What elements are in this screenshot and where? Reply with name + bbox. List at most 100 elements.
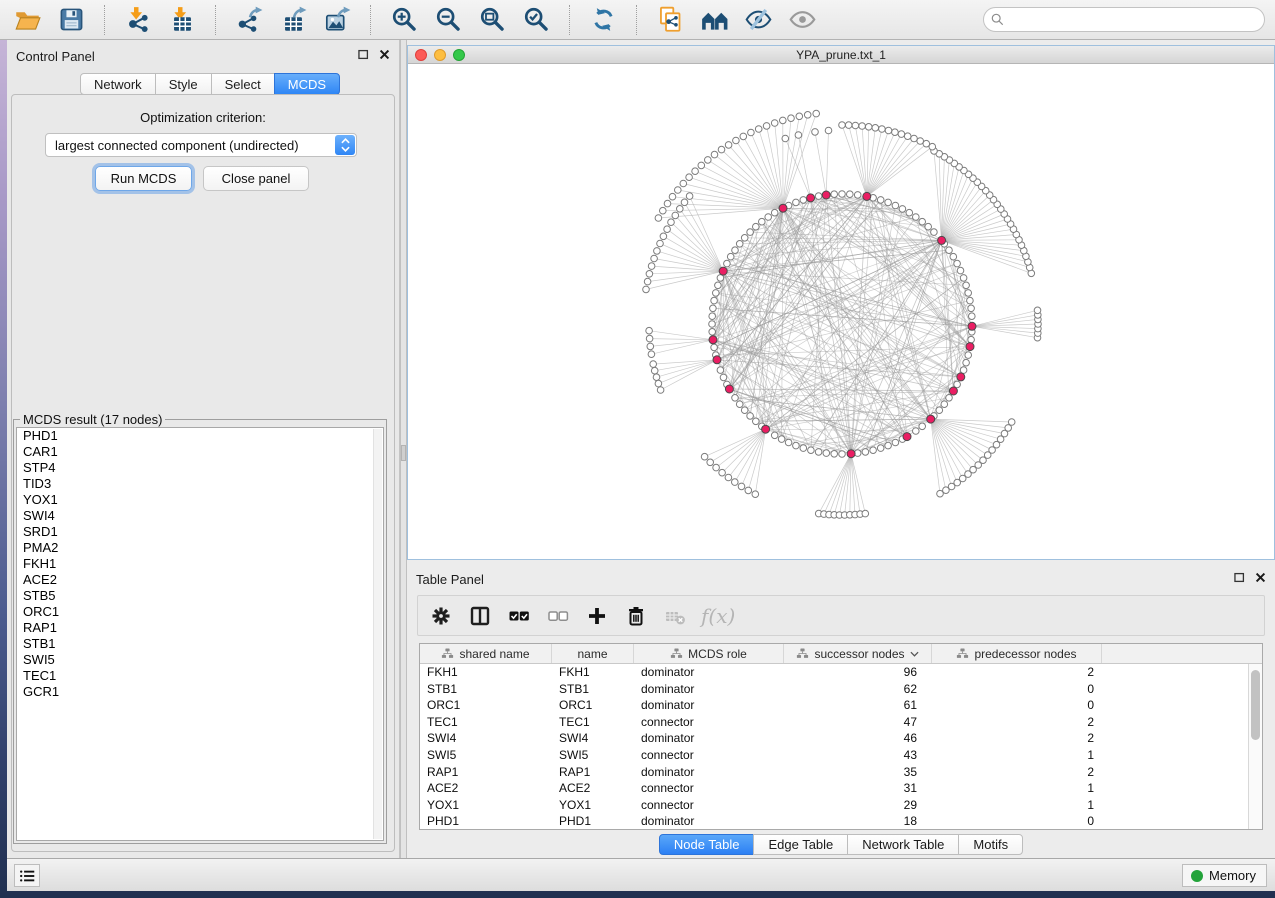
float-panel-icon[interactable] bbox=[1233, 571, 1246, 584]
tab-network[interactable]: Network bbox=[80, 73, 156, 95]
graph-node[interactable] bbox=[651, 255, 658, 262]
graph-node[interactable] bbox=[740, 133, 747, 140]
graph-node[interactable] bbox=[771, 432, 778, 439]
graph-node[interactable] bbox=[960, 367, 967, 374]
graph-node[interactable] bbox=[885, 199, 892, 206]
graph-node[interactable] bbox=[839, 122, 846, 129]
graph-node[interactable] bbox=[815, 193, 822, 200]
table-row[interactable]: SWI5SWI5connector431 bbox=[420, 747, 1262, 764]
export-image-icon[interactable] bbox=[320, 4, 354, 36]
zoom-fit-icon[interactable] bbox=[475, 4, 509, 36]
graph-node[interactable] bbox=[870, 447, 877, 454]
graph-node[interactable] bbox=[720, 374, 727, 381]
zoom-selected-icon[interactable] bbox=[519, 4, 553, 36]
graph-node[interactable] bbox=[660, 207, 667, 214]
graph-node[interactable] bbox=[747, 413, 754, 420]
table-row[interactable]: SWI4SWI4dominator462 bbox=[420, 730, 1262, 747]
graph-node[interactable] bbox=[646, 271, 653, 278]
zoom-out-icon[interactable] bbox=[431, 4, 465, 36]
graph-node[interactable] bbox=[707, 459, 714, 466]
graph-node[interactable] bbox=[852, 122, 859, 129]
graph-node[interactable] bbox=[862, 449, 869, 456]
graph-node[interactable] bbox=[752, 491, 759, 498]
graph-node[interactable] bbox=[686, 193, 693, 200]
table-scrollbar-thumb[interactable] bbox=[1251, 670, 1260, 740]
tab-edge-table[interactable]: Edge Table bbox=[753, 834, 848, 855]
graph-hub-node[interactable] bbox=[938, 236, 946, 244]
graph-node[interactable] bbox=[854, 192, 861, 199]
add-icon[interactable] bbox=[584, 603, 610, 629]
column-header-shared-name[interactable]: shared name bbox=[420, 644, 552, 663]
graph-node[interactable] bbox=[653, 374, 660, 381]
graph-node[interactable] bbox=[839, 451, 846, 458]
memory-button[interactable]: Memory bbox=[1182, 864, 1267, 887]
graph-node[interactable] bbox=[919, 423, 926, 430]
graph-node[interactable] bbox=[745, 487, 752, 494]
graph-node[interactable] bbox=[872, 125, 879, 132]
mcds-result-item[interactable]: RAP1 bbox=[17, 620, 383, 636]
panel-splitter[interactable] bbox=[400, 40, 407, 858]
graph-node[interactable] bbox=[680, 180, 687, 187]
graph-node[interactable] bbox=[657, 387, 664, 394]
graph-node[interactable] bbox=[839, 191, 846, 198]
status-menu-button[interactable] bbox=[14, 864, 40, 887]
graph-hub-node[interactable] bbox=[949, 387, 957, 395]
graph-node[interactable] bbox=[967, 297, 974, 304]
table-row[interactable]: STB1STB1dominator620 bbox=[420, 681, 1262, 698]
graph-node[interactable] bbox=[919, 218, 926, 225]
mcds-result-item[interactable]: TEC1 bbox=[17, 668, 383, 684]
graph-node[interactable] bbox=[748, 129, 755, 136]
graph-node[interactable] bbox=[725, 142, 732, 149]
graph-node[interactable] bbox=[763, 123, 770, 130]
import-network-icon[interactable] bbox=[121, 4, 155, 36]
graph-node[interactable] bbox=[650, 361, 657, 368]
graph-node[interactable] bbox=[950, 253, 957, 260]
graph-node[interactable] bbox=[713, 290, 720, 297]
graph-node[interactable] bbox=[647, 343, 654, 350]
graph-node[interactable] bbox=[892, 202, 899, 209]
show-graphics-details-icon[interactable] bbox=[785, 4, 819, 36]
mcds-result-item[interactable]: STB1 bbox=[17, 636, 383, 652]
column-header-successor-nodes[interactable]: successor nodes bbox=[784, 644, 932, 663]
float-panel-icon[interactable] bbox=[357, 48, 370, 61]
splitter-handle[interactable] bbox=[401, 445, 406, 461]
graph-node[interactable] bbox=[657, 240, 664, 247]
column-header-predecessor-nodes[interactable]: predecessor nodes bbox=[932, 644, 1102, 663]
close-panel-icon[interactable] bbox=[378, 48, 391, 61]
table-row[interactable]: ACE2ACE2connector311 bbox=[420, 780, 1262, 797]
graph-node[interactable] bbox=[808, 447, 815, 454]
graph-node[interactable] bbox=[668, 219, 675, 226]
graph-node[interactable] bbox=[793, 199, 800, 206]
mcds-result-item[interactable]: GCR1 bbox=[17, 684, 383, 700]
graph-node[interactable] bbox=[713, 464, 720, 471]
graph-node[interactable] bbox=[825, 127, 832, 134]
graph-node[interactable] bbox=[717, 275, 724, 282]
mcds-result-item[interactable]: SWI5 bbox=[17, 652, 383, 668]
graph-node[interactable] bbox=[753, 418, 760, 425]
graph-node[interactable] bbox=[925, 223, 932, 230]
graph-node[interactable] bbox=[813, 110, 820, 117]
deselect-all-icon[interactable] bbox=[545, 603, 571, 629]
select-all-icon[interactable] bbox=[506, 603, 532, 629]
graph-node[interactable] bbox=[718, 146, 725, 153]
graph-node[interactable] bbox=[968, 336, 975, 343]
table-scrollbar[interactable] bbox=[1248, 664, 1262, 829]
graph-node[interactable] bbox=[946, 247, 953, 254]
graph-node[interactable] bbox=[643, 286, 650, 293]
split-panel-icon[interactable] bbox=[467, 603, 493, 629]
mcds-result-item[interactable]: CAR1 bbox=[17, 444, 383, 460]
table-row[interactable]: PHD1PHD1dominator180 bbox=[420, 813, 1262, 830]
mcds-result-item[interactable]: STB5 bbox=[17, 588, 383, 604]
graph-node[interactable] bbox=[692, 168, 699, 175]
graph-node[interactable] bbox=[906, 209, 913, 216]
column-header-MCDS-role[interactable]: MCDS role bbox=[634, 644, 784, 663]
tab-network-table[interactable]: Network Table bbox=[847, 834, 959, 855]
graph-node[interactable] bbox=[741, 235, 748, 242]
graph-node[interactable] bbox=[709, 329, 716, 336]
graph-node[interactable] bbox=[778, 436, 785, 443]
graph-node[interactable] bbox=[954, 381, 961, 388]
graph-node[interactable] bbox=[862, 510, 869, 517]
mcds-result-item[interactable]: FKH1 bbox=[17, 556, 383, 572]
graph-node[interactable] bbox=[892, 439, 899, 446]
minimize-window-icon[interactable] bbox=[434, 49, 446, 61]
